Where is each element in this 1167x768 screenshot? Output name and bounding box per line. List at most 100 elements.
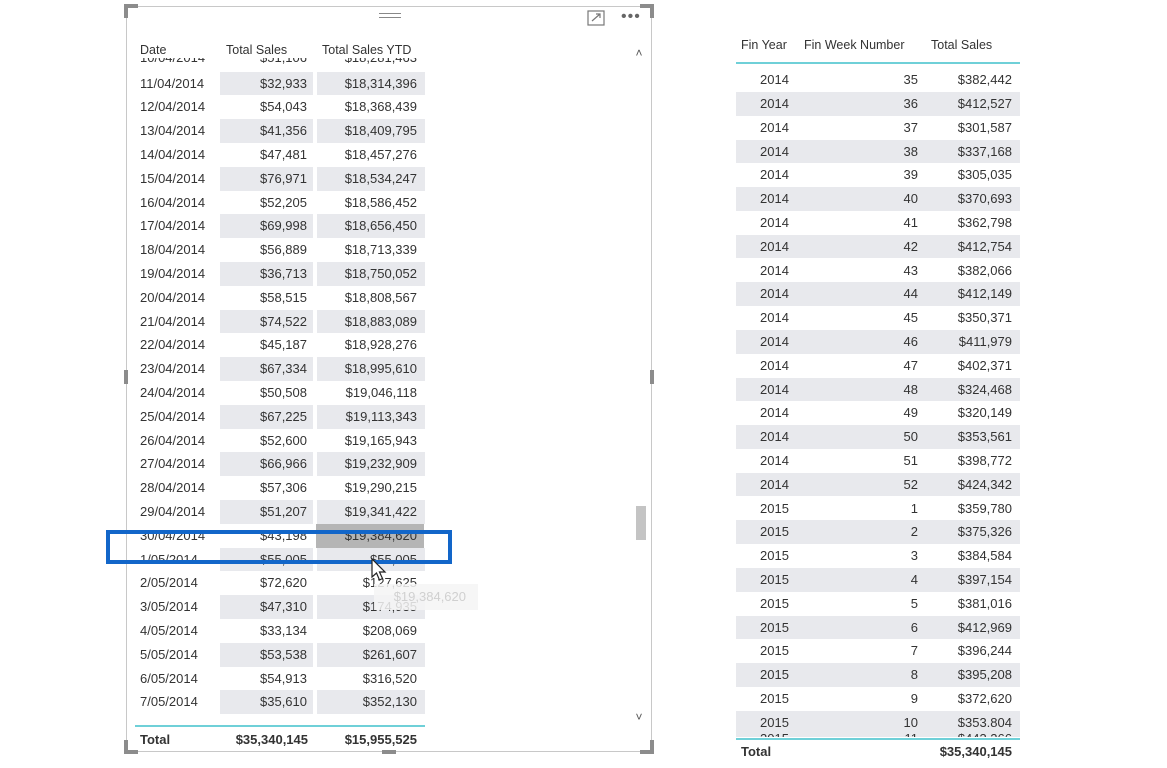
right-table-row[interactable]: 2014 43 $382,066 [736, 258, 1020, 283]
cell-total-sales-ytd[interactable]: $208,069 [317, 619, 417, 643]
right-table-row[interactable]: 2015 2 $375,326 [736, 520, 1020, 545]
cell-fin-week-number: 8 [910, 667, 918, 683]
table-row[interactable]: 21/04/2014 $74,522 $18,883,089 [135, 309, 425, 334]
cell-total-sales-ytd[interactable]: $18,808,567 [317, 286, 417, 310]
table-row[interactable]: 5/05/2014 $53,538 $261,607 [135, 642, 425, 667]
column-header-total-sales[interactable]: Total Sales [226, 43, 287, 57]
cell-total-sales: $51,207 [260, 504, 307, 519]
right-table-row[interactable]: 2014 50 $353,561 [736, 425, 1020, 449]
resize-handle-tr-v[interactable] [650, 4, 654, 18]
table-row[interactable]: 28/04/2014 $57,306 $19,290,215 [135, 476, 425, 500]
column-header-fin-year[interactable]: Fin Year [741, 38, 787, 52]
table-row[interactable]: 6/05/2014 $54,913 $316,520 [135, 667, 425, 691]
table-row[interactable]: 26/04/2014 $52,600 $19,165,943 [135, 429, 425, 453]
table-row[interactable]: 18/04/2014 $56,889 $18,713,339 [135, 238, 425, 262]
cell-total-sales-ytd[interactable]: $18,928,276 [317, 333, 417, 357]
right-table-row[interactable]: 2014 37 $301,587 [736, 115, 1020, 140]
table-row[interactable]: 14/04/2014 $47,481 $18,457,276 [135, 143, 425, 167]
table-row[interactable]: 15/04/2014 $76,971 $18,534,247 [135, 166, 425, 191]
cell-total-sales-ytd[interactable]: $18,713,339 [317, 238, 417, 262]
table-row[interactable]: 17/04/2014 $69,998 $18,656,450 [135, 214, 425, 239]
right-table-row[interactable]: 2014 42 $412,754 [736, 234, 1020, 259]
table-row[interactable]: 29/04/2014 $51,207 $19,341,422 [135, 500, 425, 524]
right-table-row[interactable]: 2015 6 $412,969 [736, 615, 1020, 640]
right-table-row[interactable]: 2014 47 $402,371 [736, 353, 1020, 378]
column-header-total-sales-right[interactable]: Total Sales [931, 38, 992, 52]
table-row[interactable]: 27/04/2014 $66,966 $19,232,909 [135, 452, 425, 477]
scroll-down-icon[interactable]: ˅ [632, 710, 646, 724]
resize-handle-right[interactable] [650, 370, 654, 384]
cell-total-sales-ytd[interactable]: $18,883,089 [317, 310, 417, 334]
cell-total-sales-ytd[interactable]: $19,046,118 [317, 381, 417, 405]
drag-grip-icon[interactable] [379, 13, 401, 21]
right-table-row[interactable]: 2014 36 $412,527 [736, 91, 1020, 116]
cell-total-sales-ytd[interactable]: $18,750,052 [317, 262, 417, 286]
right-table-row[interactable]: 2014 39 $305,035 [736, 163, 1020, 188]
right-table-row[interactable]: 2015 4 $397,154 [736, 567, 1020, 592]
table-row[interactable]: 19/04/2014 $36,713 $18,750,052 [135, 262, 425, 286]
right-table-row[interactable]: 2014 35 $382,442 [736, 68, 1020, 92]
cell-total-sales-ytd[interactable]: $18,368,439 [317, 95, 417, 119]
right-table-row[interactable]: 2014 38 $337,168 [736, 139, 1020, 164]
resize-handle-br-v[interactable] [650, 740, 654, 754]
right-table-row[interactable]: 2015 8 $395,208 [736, 663, 1020, 687]
table-row[interactable]: 16/04/2014 $52,205 $18,586,452 [135, 191, 425, 215]
right-table-row[interactable]: 2015 3 $384,584 [736, 544, 1020, 568]
right-table-row[interactable]: 2014 41 $362,798 [736, 210, 1020, 235]
table-row[interactable]: 4/05/2014 $33,134 $208,069 [135, 619, 425, 643]
cell-total-sales-ytd[interactable]: $19,290,215 [317, 476, 417, 500]
table-row[interactable]: 13/04/2014 $41,356 $18,409,795 [135, 119, 425, 143]
scrollbar-thumb[interactable] [636, 506, 646, 540]
right-table-row[interactable]: 2014 51 $398,772 [736, 448, 1020, 473]
right-table-row[interactable]: 2014 48 $324,468 [736, 377, 1020, 402]
table-row[interactable]: 11/04/2014 $32,933 $18,314,396 [135, 71, 425, 96]
resize-handle-tl-v[interactable] [124, 4, 128, 18]
cell-total-sales-ytd[interactable]: $18,586,452 [317, 191, 417, 215]
cell-fin-year: 2014 [760, 429, 789, 445]
right-table-row[interactable]: 2014 46 $411,979 [736, 329, 1020, 354]
right-table-row[interactable]: 2014 44 $412,149 [736, 282, 1020, 307]
right-table-row[interactable]: 2015 7 $396,244 [736, 639, 1020, 664]
column-header-total-sales-ytd[interactable]: Total Sales YTD [322, 43, 411, 57]
right-table-row[interactable]: 2014 45 $350,371 [736, 306, 1020, 330]
right-table-row-partial[interactable]: 2015 11 $443,266 [736, 727, 1020, 737]
focus-mode-icon[interactable] [587, 10, 605, 26]
cell-total-sales-ytd[interactable]: $352,130 [317, 690, 417, 714]
cell-total-sales-ytd[interactable]: $18,656,450 [317, 214, 417, 238]
right-table-row[interactable]: 2015 9 $372,620 [736, 686, 1020, 711]
right-table-row[interactable]: 2015 5 $381,016 [736, 591, 1020, 616]
cell-total-sales-ytd[interactable]: $18,534,247 [317, 167, 417, 191]
scroll-up-icon[interactable]: ˄ [632, 46, 646, 60]
table-row[interactable]: 22/04/2014 $45,187 $18,928,276 [135, 333, 425, 357]
table-row[interactable]: 25/04/2014 $67,225 $19,113,343 [135, 404, 425, 429]
column-header-date[interactable]: Date [140, 43, 166, 57]
cell-date: 17/04/2014 [140, 218, 206, 234]
cell-total-sales-ytd[interactable]: $19,232,909 [317, 452, 417, 476]
right-table-row[interactable]: 2014 40 $370,693 [736, 187, 1020, 211]
right-table-row[interactable]: 2014 52 $424,342 [736, 472, 1020, 497]
cell-total-sales-ytd[interactable]: $261,607 [317, 643, 417, 667]
table-row[interactable]: 23/04/2014 $67,334 $18,995,610 [135, 357, 425, 381]
resize-handle-bottom[interactable] [382, 750, 396, 754]
table-row[interactable]: 20/04/2014 $58,515 $18,808,567 [135, 286, 425, 310]
resize-handle-bl-v[interactable] [124, 740, 128, 754]
cell-total-sales-ytd[interactable]: $19,341,422 [317, 500, 417, 524]
cell-total-sales-ytd[interactable]: $19,165,943 [317, 429, 417, 453]
cell-total-sales-ytd[interactable]: $316,520 [317, 667, 417, 691]
table-row[interactable]: 24/04/2014 $50,508 $19,046,118 [135, 381, 425, 405]
cell-total-sales-ytd[interactable]: $18,457,276 [317, 143, 417, 167]
table-row[interactable]: 12/04/2014 $54,043 $18,368,439 [135, 95, 425, 119]
table-row-partial[interactable]: 10/04/2014$51,106$18,281,463 [135, 58, 425, 70]
right-table-row[interactable]: 2014 49 $320,149 [736, 401, 1020, 426]
resize-handle-left[interactable] [124, 370, 128, 384]
cell-total-sales-ytd[interactable]: $18,409,795 [317, 119, 417, 143]
table-row[interactable]: 7/05/2014 $35,610 $352,130 [135, 690, 425, 715]
cell-total-sales-ytd[interactable]: $18,314,396 [317, 72, 417, 96]
more-options-icon[interactable]: ••• [621, 7, 641, 27]
cell-total-sales: $395,208 [957, 667, 1012, 683]
cell-total-sales-ytd[interactable]: $18,995,610 [317, 357, 417, 381]
column-header-fin-week-number[interactable]: Fin Week Number [804, 38, 905, 52]
right-table-row[interactable]: 2015 1 $359,780 [736, 496, 1020, 521]
cell-total-sales: $350,371 [957, 310, 1012, 326]
cell-total-sales-ytd[interactable]: $19,113,343 [317, 405, 417, 429]
